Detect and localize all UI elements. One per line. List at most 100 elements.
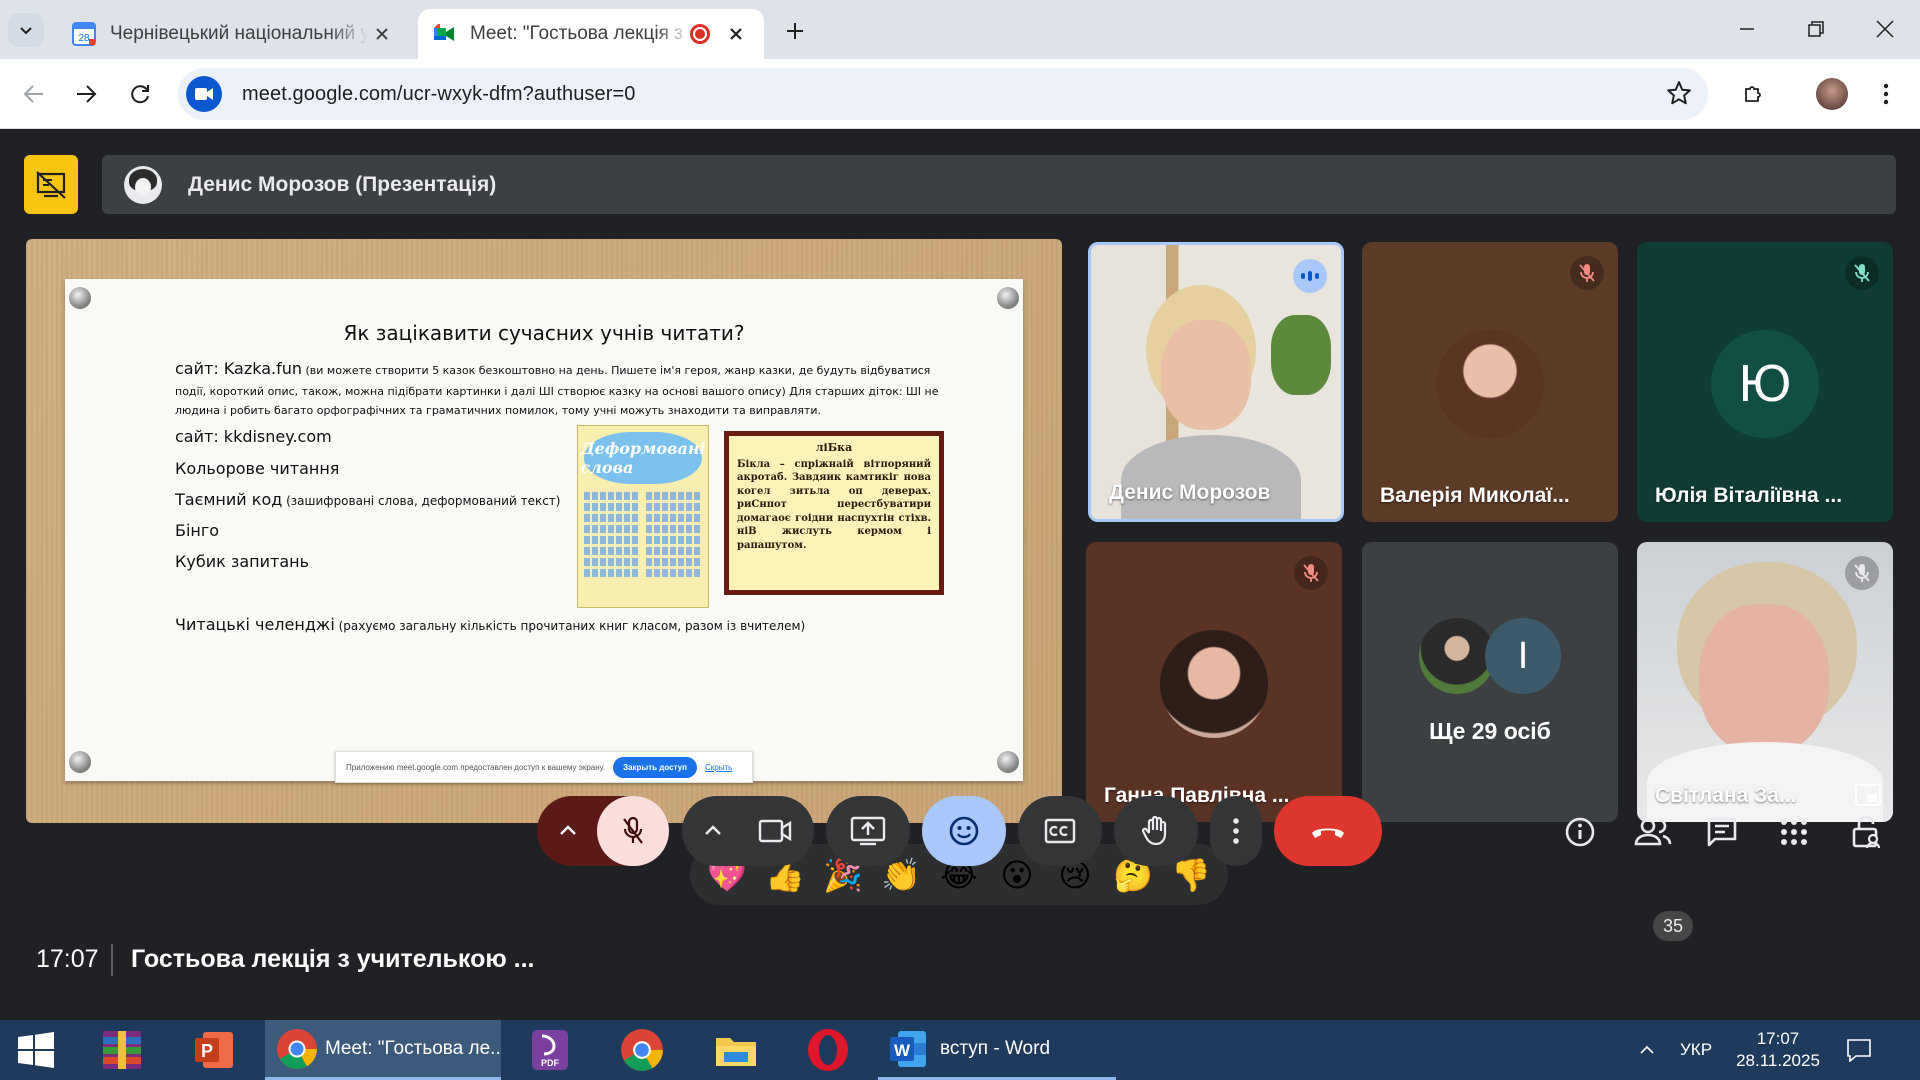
windows-logo-icon [18, 1032, 54, 1068]
mic-off-icon [1570, 256, 1604, 290]
hide-banner-link[interactable]: Скрыть [705, 763, 732, 772]
item2-label: Таємний код [175, 490, 283, 509]
svg-text:W: W [894, 1041, 911, 1060]
plus-icon [787, 23, 803, 39]
slide-title: Як зацікавити сучасних учнів читати? [343, 321, 745, 345]
restore-button[interactable] [1787, 10, 1845, 48]
participant-tile[interactable]: Ю Юлія Віталіївна ... [1637, 242, 1893, 522]
slide-line: Бінго [175, 521, 220, 540]
presenter-avatar [124, 165, 162, 204]
close-icon [1876, 20, 1894, 38]
chrome-icon[interactable] [608, 1020, 676, 1080]
activities-button[interactable] [1772, 810, 1816, 854]
bookmark-star-icon[interactable] [1666, 80, 1692, 106]
notifications-icon[interactable] [1846, 1020, 1872, 1080]
slide-line: події, короткий опис, також, можна підіб… [175, 385, 939, 398]
word-icon: W [888, 1029, 928, 1069]
video-toggle-button[interactable] [682, 796, 814, 866]
picture-in-picture-icon[interactable] [1855, 784, 1881, 806]
profile-avatar[interactable] [1812, 74, 1852, 114]
pdf-app-icon[interactable]: PDF [516, 1020, 584, 1080]
reload-button[interactable] [120, 74, 160, 114]
worksheet-grid [584, 492, 702, 577]
stop-sharing-button[interactable]: Закрыть доступ [613, 756, 698, 778]
chrome-menu-button[interactable] [1866, 74, 1906, 114]
clock-time: 17:07 [1756, 1029, 1800, 1048]
presentation-view[interactable]: Як зацікавити сучасних учнів читати? сай… [26, 239, 1062, 823]
participant-tile[interactable]: Валерія Миколаї... [1362, 242, 1618, 522]
chevron-up-icon[interactable] [557, 820, 579, 842]
meeting-details-button[interactable] [1558, 810, 1602, 854]
participant-tile[interactable]: Ганна Павлівна ... [1086, 542, 1342, 822]
input-language[interactable]: УКР [1680, 1020, 1712, 1080]
more-participants-tile[interactable]: І Ще 29 осіб [1362, 542, 1618, 822]
system-clock[interactable]: 17:07 28.11.2025 [1728, 1020, 1828, 1080]
file-explorer-icon[interactable] [702, 1020, 770, 1080]
avatar [1160, 630, 1268, 738]
more-options-button[interactable] [1210, 796, 1262, 866]
slide-line: Кольорове читання [175, 459, 340, 478]
chat-button[interactable] [1700, 810, 1744, 854]
taskbar-word[interactable]: W вступ - Word [878, 1020, 1116, 1080]
chevron-down-icon [20, 27, 32, 35]
avatar: Ю [1711, 330, 1819, 438]
participant-tile-speaking[interactable]: Денис Морозов [1088, 242, 1344, 522]
pin-icon [69, 751, 91, 773]
address-bar[interactable]: meet.google.com/ucr-wxyk-dfm?authuser=0 [178, 68, 1708, 120]
restore-icon [1808, 21, 1824, 37]
present-screen-button[interactable] [826, 796, 910, 866]
tab-close-icon[interactable] [368, 20, 396, 48]
browser-tab-strip: 28 Чернівецький національний університет… [0, 0, 1920, 59]
captions-button[interactable] [1018, 796, 1102, 866]
taskbar-app-label: вступ - Word [940, 1037, 1051, 1059]
tray-overflow-icon[interactable] [1640, 1020, 1654, 1080]
chat-icon [1707, 817, 1737, 847]
extensions-button[interactable] [1734, 74, 1774, 114]
opera-icon[interactable] [794, 1020, 862, 1080]
back-button[interactable] [14, 74, 54, 114]
chrome-icon [275, 1027, 319, 1071]
item5-label: Читацькі челенджі [175, 615, 335, 634]
svg-text:28: 28 [78, 33, 90, 44]
host-controls-button[interactable] [1844, 810, 1888, 854]
taskbar-chrome-meet[interactable]: Meet: "Гостьова ле... [265, 1020, 501, 1080]
share-banner-text: Приложению meet.google.com предоставлен … [346, 762, 606, 772]
browser-tab[interactable]: 28 Чернівецький національний університет [58, 9, 410, 59]
close-window-button[interactable] [1856, 10, 1914, 48]
people-icon [1634, 818, 1672, 846]
participant-name: Денис Морозов [1109, 481, 1271, 504]
minimize-button[interactable] [1718, 10, 1776, 48]
chevron-up-icon[interactable] [702, 820, 724, 842]
participant-name: Юлія Віталіївна ... [1655, 484, 1843, 507]
winrar-icon[interactable] [88, 1020, 156, 1080]
meet-icon [432, 22, 456, 46]
worksheet-title: Деформовані слова [580, 432, 706, 484]
url-text[interactable]: meet.google.com/ucr-wxyk-dfm?authuser=0 [242, 83, 636, 106]
item5-desc: (рахуємо загальну кількість прочитаних к… [334, 619, 806, 633]
people-button[interactable] [1628, 810, 1678, 854]
item2-desc: (зашифровані слова, деформований текст) [282, 494, 561, 508]
browser-tab-active[interactable]: Meet: "Гостьова лекція з учителькою [418, 9, 764, 59]
tab-search-button[interactable] [8, 13, 44, 47]
divider [111, 944, 113, 976]
slide-line: Читацькі челенджі (рахуємо загальну кіль… [175, 615, 805, 634]
more-vert-icon [1233, 818, 1239, 844]
forward-button[interactable] [66, 74, 106, 114]
start-button[interactable] [0, 1020, 72, 1080]
taskbar-app-label: Meet: "Гостьова ле... [325, 1037, 501, 1059]
participant-tile[interactable]: Світлана За... [1637, 542, 1893, 822]
avatar: І [1485, 618, 1561, 694]
raise-hand-button[interactable] [1114, 796, 1198, 866]
reload-icon [131, 85, 149, 104]
microphone-toggle-button[interactable] [597, 796, 669, 866]
more-vert-icon [1883, 83, 1889, 105]
site-camera-icon[interactable] [186, 76, 222, 112]
screen-share-banner: Приложению meet.google.com предоставлен … [335, 751, 753, 783]
new-tab-button[interactable] [779, 15, 811, 47]
stop-presenting-button[interactable] [24, 155, 78, 214]
leave-call-button[interactable] [1274, 796, 1382, 866]
tab-close-icon[interactable] [722, 20, 750, 48]
reactions-button[interactable] [922, 796, 1006, 866]
card-title: ліБка [815, 441, 853, 454]
powerpoint-icon[interactable]: P [180, 1020, 248, 1080]
